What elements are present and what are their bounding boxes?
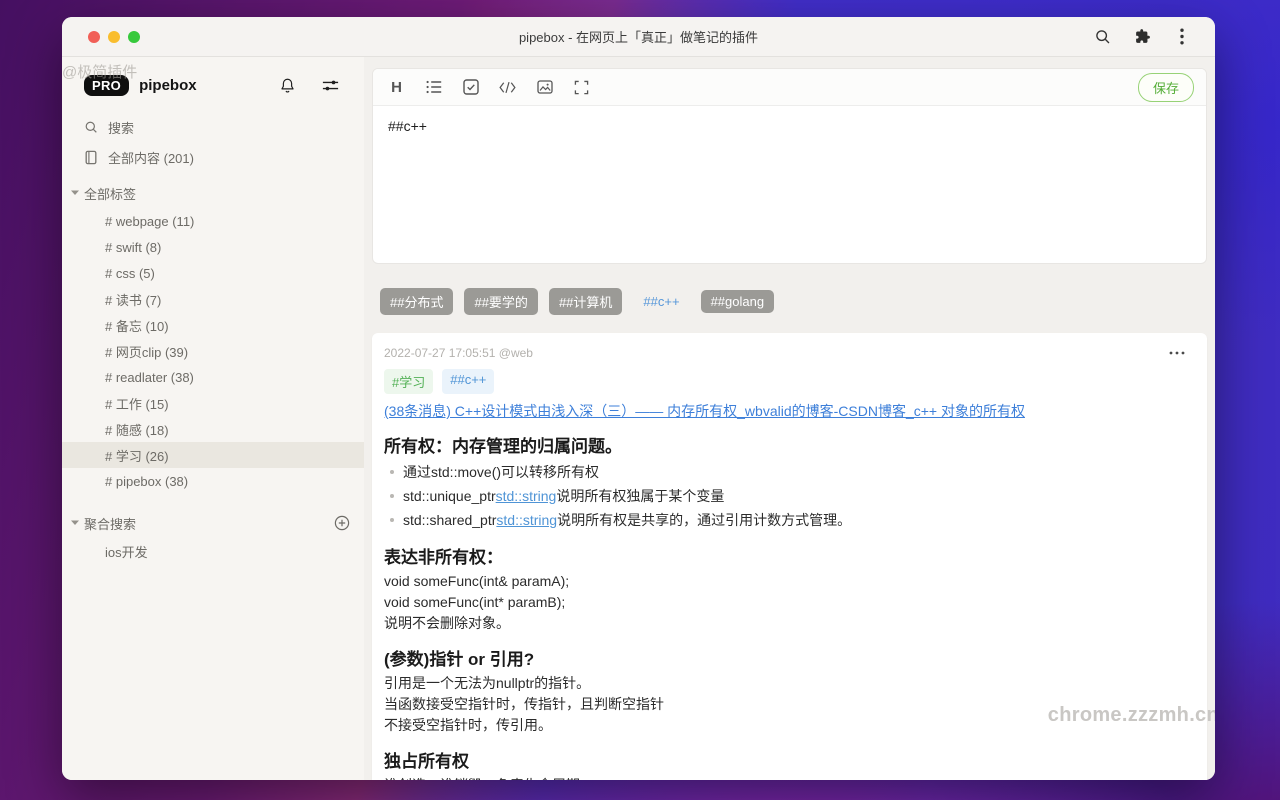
inline-link[interactable]: std::string: [496, 512, 557, 528]
filter-tag-pill[interactable]: ##c++: [633, 290, 689, 313]
chevron-down-icon: [68, 519, 82, 527]
minimize-window-button[interactable]: [108, 31, 120, 43]
note-bullet-item: 通过std::move()可以转移所有权: [403, 460, 1189, 484]
tag-filter-row: ##分布式 ##要学的 ##计算机 ##c++ ##golang: [372, 288, 1207, 315]
section-label: 聚合搜索: [84, 514, 136, 533]
sidebar-item-search[interactable]: 搜索: [62, 112, 364, 142]
menu-dots-icon[interactable]: [1173, 28, 1191, 46]
sidebar-item-label: 全部内容 (201): [108, 148, 194, 167]
note-text-line: 引用是一个无法为nullptr的指针。: [384, 673, 1189, 694]
search-icon: [83, 119, 99, 135]
checkbox-icon[interactable]: [462, 79, 479, 96]
sidebar-tag-item[interactable]: # 工作 (15): [62, 390, 364, 416]
main-panel: H 保存 ##c++ ##分布式##要学的##计算机##c++##golang …: [364, 57, 1215, 780]
save-button[interactable]: 保存: [1138, 73, 1194, 102]
add-circle-icon[interactable]: [334, 515, 350, 531]
bell-icon[interactable]: [278, 76, 297, 96]
pro-badge: PRO: [84, 75, 129, 96]
note-timestamp: 2022-07-27 17:05:51 @web: [384, 346, 533, 360]
zoom-window-button[interactable]: [128, 31, 140, 43]
brand-row: PRO pipebox: [62, 57, 364, 96]
list-icon[interactable]: [425, 79, 442, 96]
filter-tag-pill[interactable]: ##golang: [701, 290, 775, 313]
search-icon[interactable]: [1093, 28, 1111, 46]
sidebar-tag-item[interactable]: # readlater (38): [62, 364, 364, 390]
sidebar-tag-item[interactable]: # 随感 (18): [62, 416, 364, 442]
note-text: 通过std::move()可以转移所有权: [403, 464, 599, 480]
sidebar-tag-item[interactable]: # 备忘 (10): [62, 312, 364, 338]
ellipsis-menu-icon[interactable]: [1169, 351, 1185, 355]
note-section-heading: (参数)指针 or 引用?: [384, 645, 1189, 670]
sidebar-section-aggregate-search[interactable]: 聚合搜索: [62, 508, 364, 538]
section-label: 全部标签: [84, 184, 136, 203]
sidebar-tag-item[interactable]: # swift (8): [62, 234, 364, 260]
note-text-line: 不接受空指针时，传引用。: [384, 715, 1189, 736]
note-card: 2022-07-27 17:05:51 @web #学习 ##c++ (38条消息…: [372, 333, 1207, 780]
note-section-heading: 独占所有权: [384, 747, 1189, 772]
inline-link[interactable]: std::string: [496, 488, 557, 504]
note-section-heading: 所有权：内存管理的归属问题。: [384, 432, 1189, 457]
sliders-icon[interactable]: [321, 77, 340, 94]
note-text: std::unique_ptr: [403, 488, 496, 504]
filter-tag-pill[interactable]: ##要学的: [464, 288, 537, 315]
book-icon: [83, 149, 99, 165]
sidebar-tag-item[interactable]: # 网页clip (39): [62, 338, 364, 364]
close-window-button[interactable]: [88, 31, 100, 43]
sidebar-aggregate-item[interactable]: ios开发: [62, 538, 364, 564]
filter-tag-pill[interactable]: ##分布式: [380, 288, 453, 315]
sidebar-tag-list: # webpage (11)# swift (8)# css (5)# 读书 (…: [62, 208, 364, 494]
image-icon[interactable]: [536, 79, 553, 96]
note-bullet-list: 通过std::move()可以转移所有权std::unique_ptrstd::…: [384, 460, 1189, 532]
note-text: 说明所有权独属于某个变量: [556, 488, 724, 504]
filter-tag-pill[interactable]: ##计算机: [549, 288, 622, 315]
extensions-puzzle-icon[interactable]: [1133, 28, 1151, 46]
note-tag-pill[interactable]: ##c++: [442, 369, 494, 394]
sidebar-aggregate-list: ios开发: [62, 538, 364, 564]
traffic-lights: [62, 31, 140, 43]
note-section-heading: 表达非所有权：: [384, 543, 1189, 568]
app-window: pipebox - 在网页上「真正」做笔记的插件 @极简插件 PRO pipeb…: [62, 17, 1215, 780]
note-text-line: 当函数接受空指针时，传指针，且判断空指针: [384, 694, 1189, 715]
note-text-line: 说明不会删除对象。: [384, 613, 1189, 634]
note-text-line: void someFunc(int* paramB);: [384, 592, 1189, 613]
note-bullet-item: std::shared_ptrstd::string说明所有权是共享的，通过引用…: [403, 508, 1189, 532]
sidebar-nav: 搜索 全部内容 (201) 全部标签 # webpage (11)# swift…: [62, 112, 364, 564]
sidebar-item-all-content[interactable]: 全部内容 (201): [62, 142, 364, 172]
sidebar-section-all-tags[interactable]: 全部标签: [62, 178, 364, 208]
note-body: 所有权：内存管理的归属问题。通过std::move()可以转移所有权std::u…: [384, 432, 1189, 780]
note-source-link[interactable]: (38条消息) C++设计模式由浅入深（三）—— 内存所有权_wbvalid的博…: [384, 401, 1189, 421]
sidebar-tag-item[interactable]: # 学习 (26): [62, 442, 364, 468]
sidebar-tag-item[interactable]: # css (5): [62, 260, 364, 286]
note-tags: #学习 ##c++: [384, 369, 1189, 394]
sidebar-tag-item[interactable]: # webpage (11): [62, 208, 364, 234]
sidebar: @极简插件 PRO pipebox 搜索: [62, 57, 364, 780]
editor-toolbar: H 保存: [373, 69, 1206, 106]
heading-icon[interactable]: H: [388, 79, 405, 96]
editor-textarea[interactable]: ##c++: [373, 106, 1206, 263]
note-text-line: 谁创造，谁销毁，负责生命周期。: [384, 775, 1189, 780]
note-editor: H 保存 ##c++: [372, 68, 1207, 264]
title-bar: pipebox - 在网页上「真正」做笔记的插件: [62, 17, 1215, 57]
note-tag-pill[interactable]: #学习: [384, 369, 433, 394]
code-icon[interactable]: [499, 79, 516, 96]
sidebar-tag-item[interactable]: # pipebox (38): [62, 468, 364, 494]
note-text-line: void someFunc(int& paramA);: [384, 571, 1189, 592]
window-title: pipebox - 在网页上「真正」做笔记的插件: [62, 27, 1215, 46]
chevron-down-icon: [68, 189, 82, 197]
note-text: 说明所有权是共享的，通过引用计数方式管理。: [557, 512, 851, 528]
app-logo-name: pipebox: [139, 77, 197, 94]
fullscreen-icon[interactable]: [573, 79, 590, 96]
note-bullet-item: std::unique_ptrstd::string说明所有权独属于某个变量: [403, 484, 1189, 508]
sidebar-item-label: 搜索: [108, 118, 134, 137]
sidebar-tag-item[interactable]: # 读书 (7): [62, 286, 364, 312]
note-text: std::shared_ptr: [403, 512, 496, 528]
